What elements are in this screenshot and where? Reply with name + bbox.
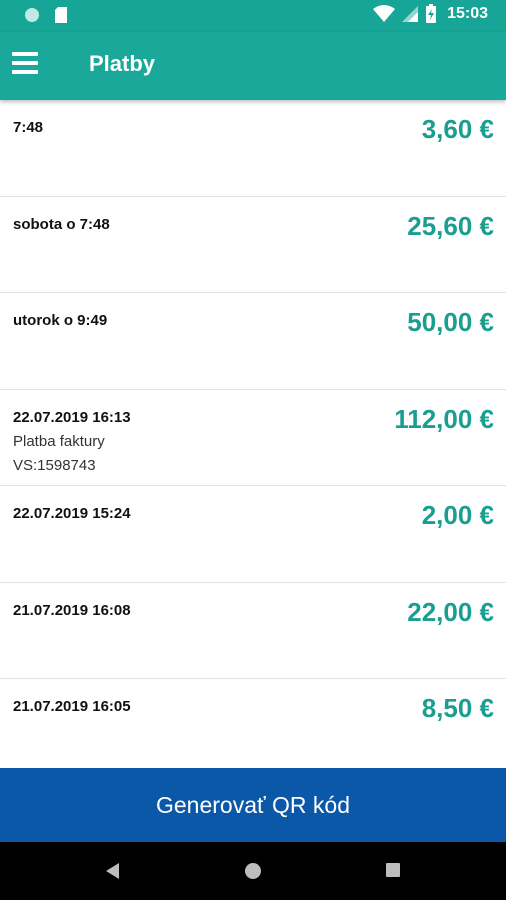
system-nav-bar <box>0 842 506 900</box>
hamburger-menu-icon[interactable] <box>12 52 38 74</box>
payment-row[interactable]: 21.07.2019 16:05 8,50 € <box>0 679 506 776</box>
payment-info: sobota o 7:48 <box>13 213 110 237</box>
payment-info: 21.07.2019 16:05 <box>13 695 131 719</box>
payment-date: 7:48 <box>13 119 44 136</box>
payment-row[interactable]: 7:48 3,60 € <box>0 100 506 197</box>
payment-amount: 25,60 € <box>407 210 494 241</box>
status-bar: 15:03 <box>0 0 506 32</box>
sd-card-icon <box>55 7 67 23</box>
payment-row[interactable]: 22.07.2019 16:13 Platba faktury VS:1598743… <box>0 390 506 486</box>
payment-amount: 8,50 € <box>421 693 494 723</box>
recents-icon[interactable] <box>385 862 401 878</box>
notification-dot-icon <box>25 8 39 22</box>
page-title: Platby <box>89 51 156 76</box>
payment-date: 22.07.2019 15:24 <box>13 505 131 522</box>
payment-info: 21.07.2019 16:08 <box>13 599 131 623</box>
status-time: 15:03 <box>447 5 488 22</box>
payment-date: sobota o 7:48 <box>13 215 110 233</box>
payment-amount: 2,00 € <box>421 500 494 530</box>
payment-detail: VS:1598743 <box>13 456 96 474</box>
home-icon[interactable] <box>244 862 262 880</box>
payment-amount: 112,00 € <box>394 403 494 434</box>
payment-detail: Platba faktury <box>13 432 105 450</box>
payment-date: utorok o 9:49 <box>13 312 108 329</box>
payment-date: 22.07.2019 16:13 <box>13 408 131 426</box>
payment-info: 22.07.2019 15:24 <box>13 502 131 526</box>
payment-row[interactable]: utorok o 9:49 50,00 € <box>0 293 506 390</box>
payment-amount: 22,00 € <box>407 596 494 627</box>
payment-info: 22.07.2019 16:13 Platba faktury VS:1598743 <box>13 406 131 478</box>
payment-date: 21.07.2019 16:08 <box>13 601 131 619</box>
generate-qr-code-button[interactable]: Generovať QR kód <box>0 768 506 842</box>
back-icon[interactable] <box>104 862 122 880</box>
payment-amount: 50,00 € <box>407 307 494 337</box>
app-bar: Platby <box>0 32 506 100</box>
wifi-icon <box>373 5 396 22</box>
status-bar-right: 15:03 <box>373 4 488 24</box>
payments-list: 7:48 3,60 € sobota o 7:48 25,60 € utorok o 9… <box>0 100 506 776</box>
payment-date: 21.07.2019 16:05 <box>13 698 131 715</box>
payment-info: 7:48 <box>13 116 43 140</box>
status-bar-left <box>24 6 68 24</box>
payment-row[interactable]: sobota o 7:48 25,60 € <box>0 197 506 293</box>
battery-icon <box>426 4 437 23</box>
payment-row[interactable]: 21.07.2019 16:08 22,00 € <box>0 583 506 679</box>
payment-info: utorok o 9:49 <box>13 309 107 333</box>
signal-icon <box>402 6 419 22</box>
payment-amount: 3,60 € <box>421 114 494 144</box>
payment-row[interactable]: 22.07.2019 15:24 2,00 € <box>0 486 506 583</box>
